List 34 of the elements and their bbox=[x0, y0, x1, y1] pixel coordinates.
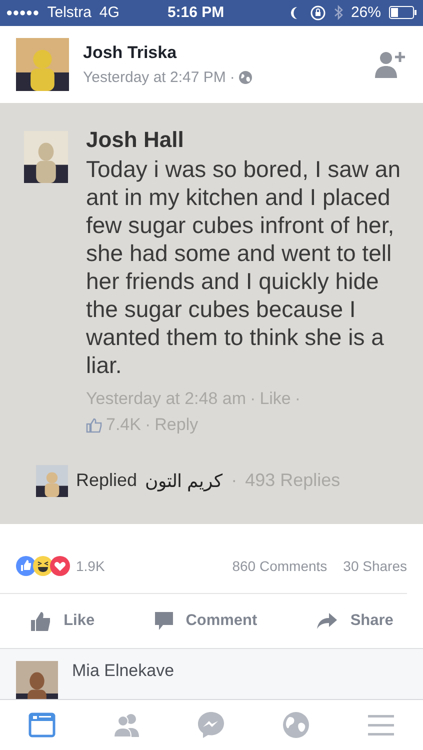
rotation-lock-icon bbox=[310, 4, 326, 21]
comment-button[interactable]: Comment bbox=[148, 605, 264, 638]
like-reaction-icon bbox=[16, 556, 36, 576]
love-reaction-icon bbox=[50, 556, 70, 576]
speech-bubble-icon bbox=[154, 611, 174, 632]
like-button[interactable]: Like bbox=[24, 604, 101, 638]
post-time: Yesterday at 2:47 PM bbox=[83, 68, 226, 86]
globe-icon bbox=[238, 70, 252, 84]
haha-reaction-icon bbox=[33, 556, 53, 576]
battery-percent: 26% bbox=[350, 4, 381, 22]
separator-dot: · bbox=[144, 414, 151, 435]
network-type: 4G bbox=[99, 4, 120, 22]
author-name[interactable]: Josh Triska bbox=[83, 42, 361, 63]
add-friend-icon[interactable] bbox=[375, 50, 407, 78]
comment-text: Today i was so bored, I saw an ant in my kitchen and I placed few sugar cubes infront of her, she had some and went to tell her friends and I quickly hide the sugar cubes because I wanted them to think she is a liar. bbox=[86, 154, 402, 379]
bluetooth-icon bbox=[334, 5, 343, 20]
separator-dot: · bbox=[231, 470, 238, 492]
separator-dot: · bbox=[230, 68, 235, 86]
separator-dot: · bbox=[294, 388, 301, 409]
share-arrow-icon bbox=[316, 612, 338, 630]
comments-count[interactable]: 860 Comments bbox=[232, 558, 328, 574]
shares-count[interactable]: 30 Shares bbox=[343, 558, 407, 574]
thumbs-up-icon bbox=[30, 610, 52, 632]
reaction-count[interactable]: 1.9K bbox=[76, 558, 105, 574]
carrier-name: Telstra bbox=[47, 4, 92, 22]
signal-dots: ●●●●● bbox=[6, 6, 40, 19]
replier-name[interactable]: كريم التون bbox=[145, 470, 224, 492]
clock: 5:16 PM bbox=[167, 4, 224, 22]
separator-dot: · bbox=[250, 388, 256, 409]
share-button[interactable]: Share bbox=[310, 606, 400, 636]
thumbs-up-icon bbox=[86, 416, 102, 433]
commenter-name[interactable]: Josh Hall bbox=[86, 126, 407, 153]
battery-icon bbox=[389, 6, 417, 20]
replied-label: Replied bbox=[76, 470, 138, 492]
